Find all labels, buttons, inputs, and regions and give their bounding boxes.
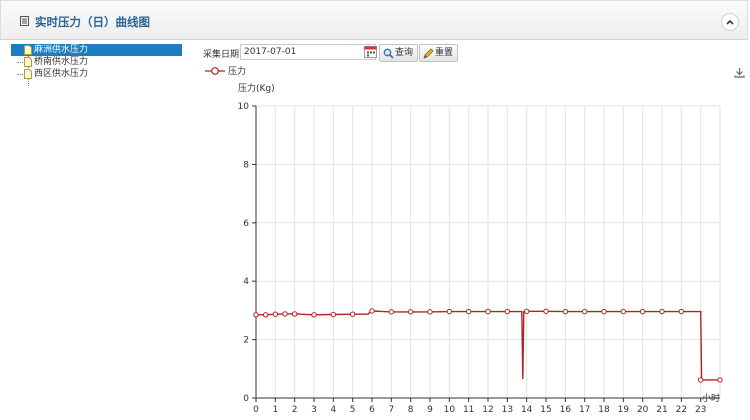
data-point xyxy=(253,312,259,318)
tree-connector xyxy=(17,62,23,63)
data-point xyxy=(349,311,356,317)
data-point xyxy=(262,312,269,318)
x-tick-label: 16 xyxy=(560,405,572,415)
tree-item-label: 桥南供水压力 xyxy=(34,57,89,67)
data-point xyxy=(311,312,317,318)
chart-legend[interactable]: 压力 xyxy=(205,65,246,77)
data-point xyxy=(504,308,511,315)
x-tick-label: 18 xyxy=(598,405,610,415)
document-icon xyxy=(24,69,32,79)
query-button-label: 查询 xyxy=(395,48,414,58)
data-point xyxy=(272,311,279,317)
station-tree: 麻洲供水压力 桥南供水压力 西区供水压力 xyxy=(11,44,183,86)
x-tick-label: 1 xyxy=(272,405,278,415)
y-axis-title: 压力(Kg) xyxy=(238,82,275,94)
x-tick-label: 20 xyxy=(637,405,649,415)
x-tick-label: 8 xyxy=(408,405,414,415)
y-tick-label: 0 xyxy=(243,394,249,404)
x-tick-label: 12 xyxy=(482,405,493,415)
data-point xyxy=(465,308,472,315)
data-point xyxy=(485,308,491,315)
pressure-chart: 02468100 1 2 3 4 5 6 7 8 9 10 11 12 13 14 15 16 17 18 19 20 2… xyxy=(205,65,723,415)
data-point xyxy=(620,308,627,315)
date-label: 采集日期 xyxy=(203,50,240,60)
x-tick-label: 7 xyxy=(388,405,394,415)
document-icon xyxy=(24,57,32,67)
legend-label: 压力 xyxy=(228,65,246,77)
tree-item-mazhou[interactable]: 麻洲供水压力 xyxy=(11,44,182,56)
magnifier-icon xyxy=(383,48,394,59)
tree-item-xiqu[interactable]: 西区供水压力 xyxy=(11,68,183,80)
x-tick-label: 3 xyxy=(311,405,317,415)
tree-item-qiaonan[interactable]: 桥南供水压力 xyxy=(11,56,183,68)
data-point xyxy=(407,309,414,315)
data-point xyxy=(678,308,685,315)
legend-marker xyxy=(211,67,219,75)
x-tick-label: 6 xyxy=(369,405,375,415)
panel-header: 实时压力（日）曲线图 xyxy=(0,0,748,40)
data-point xyxy=(446,308,453,315)
x-tick-label: 2 xyxy=(292,405,298,415)
data-point xyxy=(523,308,530,314)
y-tick-label: 6 xyxy=(243,219,249,229)
x-tick-label: 17 xyxy=(579,405,590,415)
x-tick-label: 13 xyxy=(502,405,513,415)
pencil-icon xyxy=(423,48,434,59)
data-point xyxy=(388,309,395,315)
x-tick-label: 10 xyxy=(444,405,456,415)
reset-button[interactable]: 重置 xyxy=(419,44,459,62)
chevron-up-icon xyxy=(726,19,734,25)
tree-item-label: 麻洲供水压力 xyxy=(34,45,89,55)
x-tick-label: 19 xyxy=(618,405,630,415)
tree-connector xyxy=(17,74,23,75)
page-title: 实时压力（日）曲线图 xyxy=(35,15,150,29)
data-point xyxy=(717,377,723,383)
data-point xyxy=(291,311,298,317)
x-tick-label: 22 xyxy=(676,405,687,415)
date-field[interactable]: 2017-07-01 xyxy=(240,44,376,60)
data-point xyxy=(330,311,337,318)
download-icon[interactable] xyxy=(734,67,745,78)
data-point xyxy=(697,377,704,383)
data-point xyxy=(282,311,288,317)
data-point xyxy=(427,309,433,315)
data-point xyxy=(659,308,665,315)
data-point xyxy=(639,308,646,315)
x-axis-title: 小时 xyxy=(702,392,720,404)
x-tick-label: 14 xyxy=(521,405,533,415)
x-tick-label: 5 xyxy=(350,405,356,415)
document-icon xyxy=(24,45,32,55)
x-tick-label: 21 xyxy=(656,405,667,415)
y-tick-label: 10 xyxy=(238,102,250,112)
x-tick-label: 9 xyxy=(427,405,433,415)
data-point xyxy=(369,308,375,314)
data-point xyxy=(543,308,549,314)
y-tick-label: 2 xyxy=(243,336,249,346)
x-tick-label: 23 xyxy=(695,405,706,415)
x-tick-label: 4 xyxy=(330,405,336,415)
x-tick-label: 15 xyxy=(540,405,551,415)
query-button[interactable]: 查询 xyxy=(379,44,419,62)
tree-item-label: 西区供水压力 xyxy=(34,69,89,79)
collapse-button[interactable] xyxy=(721,13,739,31)
y-tick-label: 8 xyxy=(243,160,249,170)
list-icon xyxy=(20,16,29,26)
x-tick-label: 11 xyxy=(463,405,474,415)
calendar-icon[interactable] xyxy=(364,45,377,58)
y-tick-label: 4 xyxy=(243,277,249,287)
x-tick-label: 0 xyxy=(253,405,259,415)
data-point xyxy=(562,308,569,315)
data-point xyxy=(601,308,607,315)
reset-button-label: 重置 xyxy=(435,48,454,58)
data-point xyxy=(581,308,588,315)
